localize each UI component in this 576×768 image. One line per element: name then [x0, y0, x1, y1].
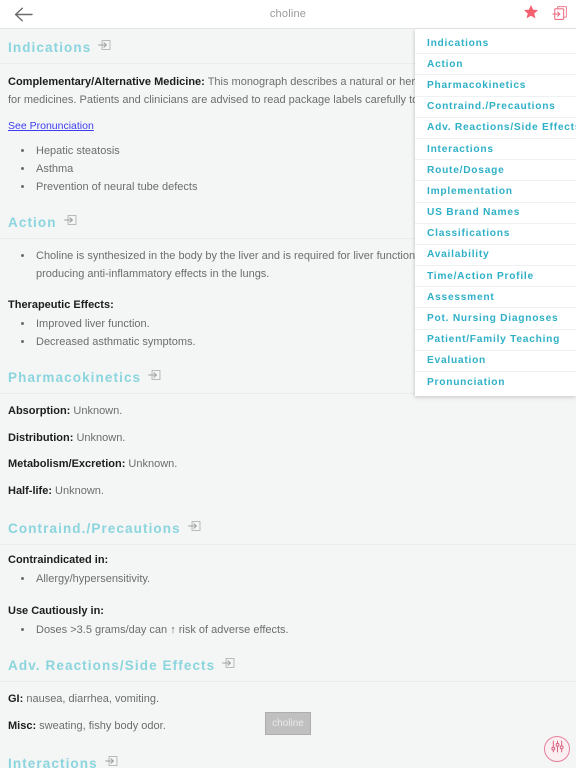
- pk-value: Unknown.: [52, 484, 104, 497]
- section-title-adverse-reactions: Adv. Reactions/Side Effects: [8, 657, 216, 673]
- dropdown-item-interactions[interactable]: Interactions: [415, 139, 576, 161]
- dropdown-item-indications[interactable]: Indications: [415, 33, 576, 55]
- choline-tag[interactable]: choline: [265, 712, 311, 735]
- app-root: choline Indications Complementary/Altern…: [0, 0, 576, 768]
- pk-value: Unknown.: [125, 458, 178, 471]
- pk-value: Unknown.: [73, 431, 126, 444]
- dropdown-item-implementation[interactable]: Implementation: [415, 181, 576, 203]
- star-filled-icon: [523, 4, 539, 25]
- pk-label: Metabolism/Excretion:: [8, 458, 126, 471]
- section-title-interactions: Interactions: [8, 756, 98, 768]
- section-jump-icon[interactable]: [98, 38, 112, 57]
- arrow-left-icon: [14, 7, 33, 22]
- dropdown-item-pot-nursing-diagnoses[interactable]: Pot. Nursing Diagnoses: [415, 308, 576, 330]
- adverse-value: sweating, fishy body odor.: [36, 719, 166, 732]
- adverse-value: nausea, diarrhea, vomiting.: [23, 692, 160, 705]
- dropdown-item-action[interactable]: Action: [415, 54, 576, 76]
- dropdown-item-route-dosage[interactable]: Route/Dosage: [415, 160, 576, 182]
- pk-value: Unknown.: [70, 404, 123, 417]
- adverse-label: Misc:: [8, 719, 37, 732]
- section-jump-icon[interactable]: [187, 519, 202, 538]
- section-header-interactions: Interactions: [0, 745, 576, 768]
- use-cautiously-label: Use Cautiously in:: [8, 605, 104, 618]
- adverse-label: GI:: [8, 692, 24, 705]
- dropdown-item-evaluation[interactable]: Evaluation: [415, 351, 576, 372]
- favorite-button[interactable]: [521, 4, 541, 25]
- jump-to-button[interactable]: [550, 5, 570, 25]
- section-header-adverse-reactions: Adv. Reactions/Side Effects: [0, 647, 576, 682]
- list-item: Doses >3.5 grams/day can ↑ risk of adver…: [34, 622, 576, 640]
- pk-row: Absorption: Unknown.: [0, 394, 576, 421]
- pk-label: Distribution:: [8, 431, 74, 444]
- dropdown-item-adverse-reactions[interactable]: Adv. Reactions/Side Effects: [415, 118, 576, 139]
- pk-row: Metabolism/Excretion: Unknown.: [0, 447, 576, 474]
- adverse-row: GI: nausea, diarrhea, vomiting.: [0, 682, 576, 709]
- section-jump-icon[interactable]: [63, 213, 78, 232]
- dropdown-item-pronunciation[interactable]: Pronunciation: [415, 372, 576, 392]
- contraindicated-list: Allergy/hypersensitivity.: [0, 571, 576, 589]
- use-cautiously-list: Doses >3.5 grams/day can ↑ risk of adver…: [0, 622, 576, 640]
- dropdown-item-assessment[interactable]: Assessment: [415, 287, 576, 309]
- sliders-icon: [550, 739, 565, 759]
- back-button[interactable]: [0, 0, 46, 29]
- contraindicated-in-label: Contraindicated in:: [8, 554, 109, 567]
- pk-row: Distribution: Unknown.: [0, 421, 576, 448]
- settings-fab-button[interactable]: [544, 736, 570, 762]
- pk-label: Half-life:: [8, 484, 52, 497]
- section-jump-icon[interactable]: [148, 368, 162, 387]
- pk-row: Half-life: Unknown.: [0, 474, 576, 511]
- section-title-action: Action: [8, 214, 57, 230]
- dropdown-item-availability[interactable]: Availability: [415, 245, 576, 267]
- dropdown-item-us-brand-names[interactable]: US Brand Names: [415, 203, 576, 224]
- section-nav-dropdown[interactable]: Indications Action Pharmacokinetics Cont…: [415, 29, 576, 397]
- pk-label: Absorption:: [8, 404, 71, 417]
- see-pronunciation-link[interactable]: See Pronunciation: [8, 120, 94, 132]
- jump-to-icon: [551, 4, 569, 26]
- dropdown-item-contraindications[interactable]: Contraind./Precautions: [415, 97, 576, 118]
- indications-lead-label: Complementary/Alternative Medicine:: [8, 76, 205, 88]
- dropdown-item-time-action-profile[interactable]: Time/Action Profile: [415, 266, 576, 288]
- dropdown-item-pharmacokinetics[interactable]: Pharmacokinetics: [415, 75, 576, 97]
- section-jump-icon[interactable]: [104, 754, 119, 768]
- section-title-contraindications: Contraind./Precautions: [8, 521, 181, 537]
- action-bullet-line2: producing anti-inflammatory effects in t…: [36, 267, 270, 280]
- top-bar: choline: [0, 0, 576, 29]
- section-header-contraindications: Contraind./Precautions: [0, 510, 576, 546]
- page-title: choline: [269, 8, 307, 20]
- section-title-indications: Indications: [8, 40, 92, 55]
- section-jump-icon[interactable]: [222, 656, 236, 675]
- section-title-pharmacokinetics: Pharmacokinetics: [8, 369, 142, 385]
- dropdown-item-classifications[interactable]: Classifications: [415, 224, 576, 245]
- list-item: Allergy/hypersensitivity.: [34, 571, 576, 589]
- dropdown-item-patient-family-teaching[interactable]: Patient/Family Teaching: [415, 330, 576, 351]
- top-bar-actions: [521, 0, 570, 29]
